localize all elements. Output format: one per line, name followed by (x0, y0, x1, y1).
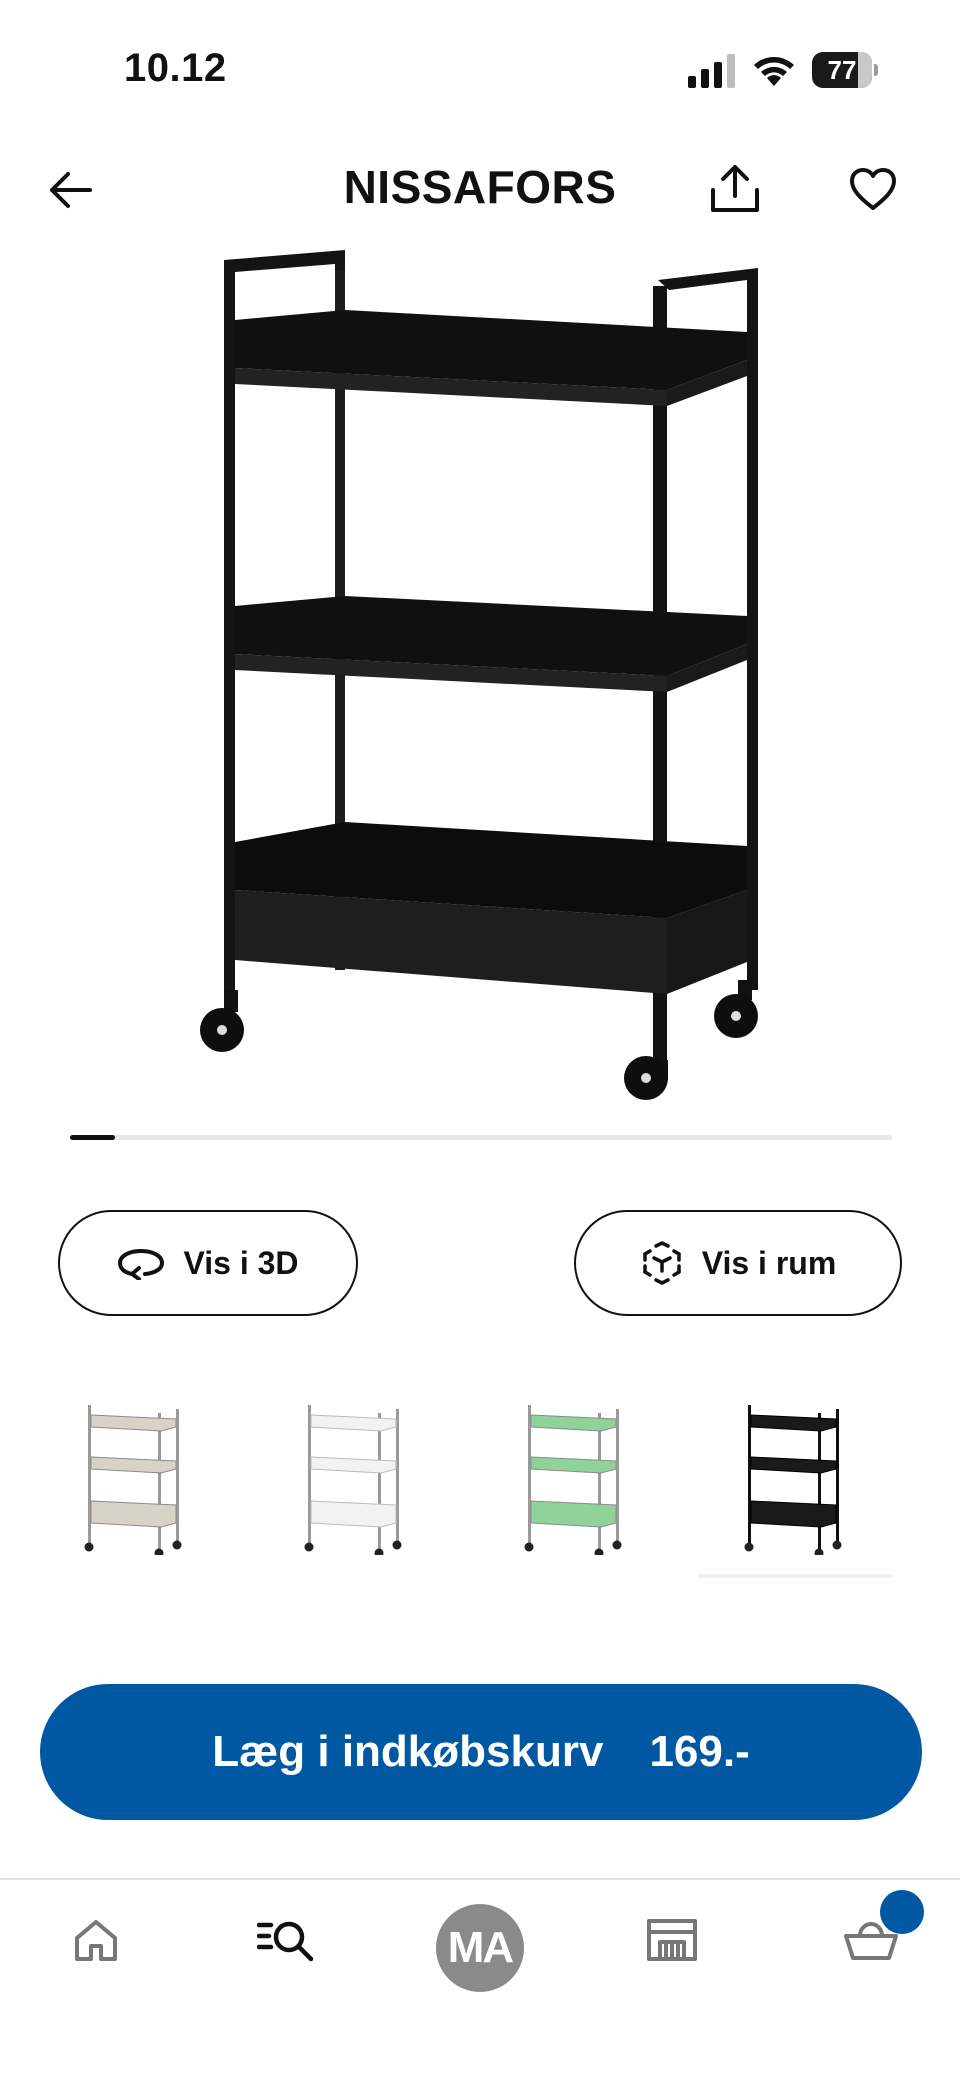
variant-green[interactable] (500, 1395, 650, 1575)
carousel-position-thumb (70, 1135, 115, 1140)
add-to-cart-label: Læg i indkøbskurv (212, 1727, 604, 1776)
nav-store[interactable] (626, 1880, 718, 2000)
home-icon (75, 1920, 117, 1961)
nav-profile[interactable]: MA (430, 1880, 530, 2000)
trolley-wheel (374, 1548, 384, 1555)
rotate-3d-icon (118, 1248, 165, 1280)
trolley-shelf (750, 1500, 837, 1528)
trolley-shelf (530, 1414, 617, 1432)
trolley-shelf (530, 1456, 617, 1474)
trolley-variant-green-image (524, 1405, 622, 1555)
product-image[interactable] (180, 250, 780, 1110)
trolley-wheel (814, 1548, 824, 1555)
arrow-left-icon (50, 172, 92, 208)
trolley-shelf (310, 1456, 397, 1474)
header: NISSAFORS (0, 140, 960, 250)
variant-black[interactable] (720, 1395, 870, 1575)
battery-body: 77 (812, 52, 872, 88)
cart-badge (880, 1890, 924, 1934)
nav-home[interactable] (50, 1880, 142, 2000)
trolley-wheel (304, 1542, 314, 1552)
trolley-wheel (744, 1542, 754, 1552)
trolley-post (598, 1413, 601, 1553)
share-icon (711, 165, 759, 212)
trolley-variant-beige-image (84, 1405, 182, 1555)
selected-variant-indicator (698, 1574, 892, 1578)
trolley-post (378, 1413, 381, 1553)
variant-beige[interactable] (60, 1395, 210, 1575)
cellular-signal-icon (688, 54, 735, 88)
back-button[interactable] (40, 160, 100, 220)
trolley-shelf (90, 1500, 177, 1528)
trolley-wheel (832, 1540, 842, 1550)
product-price: 169.- (649, 1727, 750, 1776)
page-title: NISSAFORS (343, 161, 617, 213)
trolley-wheel (612, 1540, 622, 1550)
trolley-wheel (524, 1542, 534, 1552)
view-3d-button[interactable]: Vis i 3D (58, 1210, 358, 1316)
heart-icon (850, 168, 896, 210)
trolley-post (158, 1413, 161, 1553)
trolley-shelf (310, 1500, 397, 1528)
bottom-nav: MA (0, 1880, 960, 2081)
trolley-wheel (84, 1542, 94, 1552)
add-to-cart-button[interactable]: Læg i indkøbskurv 169.- (40, 1684, 922, 1820)
view-3d-label: Vis i 3D (183, 1244, 299, 1281)
store-icon (647, 1919, 697, 1961)
view-in-room-button[interactable]: Vis i rum (574, 1210, 902, 1316)
trolley-wheel (154, 1548, 164, 1555)
status-bar: 10.12 77 (0, 0, 960, 140)
trolley-shelf (90, 1414, 177, 1432)
nav-search[interactable] (240, 1880, 332, 2000)
status-time: 10.12 (124, 46, 227, 90)
trolley-wheel (392, 1540, 402, 1550)
favorite-button[interactable] (840, 156, 906, 222)
trolley-shelf (530, 1500, 617, 1528)
trolley-variant-black-image (744, 1405, 842, 1555)
battery-level: 77 (827, 55, 857, 85)
share-button[interactable] (702, 156, 768, 222)
trolley-shelf (310, 1414, 397, 1432)
avatar: MA (436, 1904, 524, 1992)
view-in-room-label: Vis i rum (701, 1244, 837, 1281)
search-list-icon (257, 1921, 314, 1962)
battery-indicator: 77 (812, 52, 878, 88)
battery-cap (874, 64, 878, 76)
image-carousel-indicator (70, 1135, 892, 1140)
variant-white[interactable] (280, 1395, 430, 1575)
ar-cube-icon (642, 1241, 681, 1285)
trolley-post (818, 1413, 821, 1553)
trolley-variant-white-image (304, 1405, 402, 1555)
trolley-shelf (90, 1456, 177, 1474)
wifi-icon (754, 57, 794, 86)
trolley-wheel (172, 1540, 182, 1550)
trolley-shelf (750, 1414, 837, 1432)
trolley-shelf (750, 1456, 837, 1474)
product-page: 10.12 77 NISSAFORS Vis i 3D Vis i rum Læ… (0, 0, 960, 2081)
trolley-wheel (594, 1548, 604, 1555)
